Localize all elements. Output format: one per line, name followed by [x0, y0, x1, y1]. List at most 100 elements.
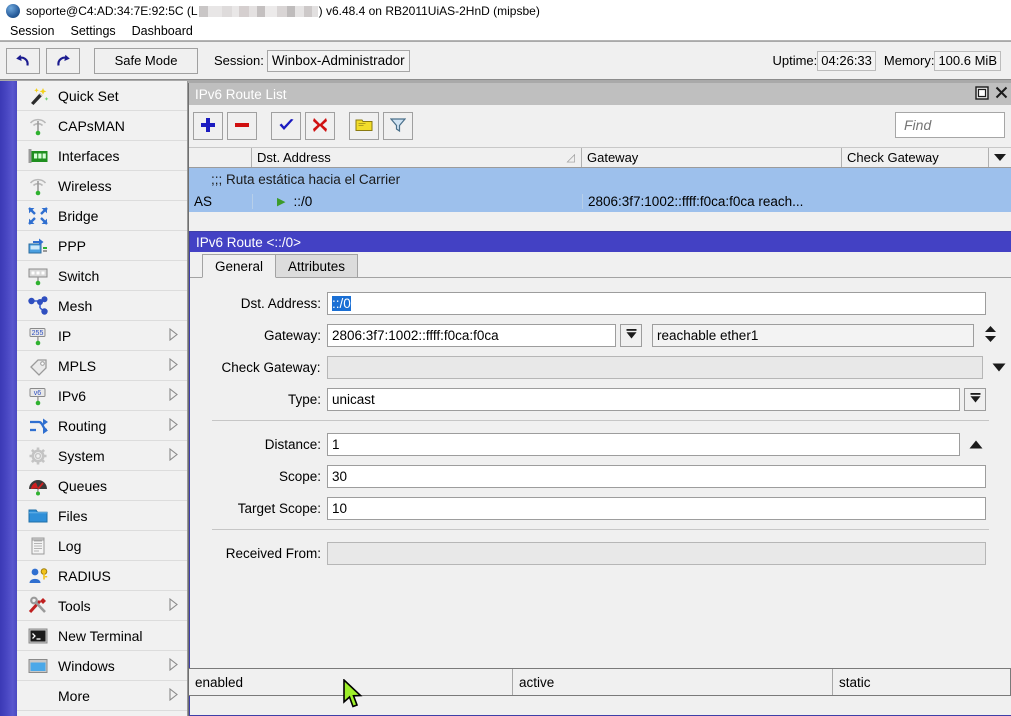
sidebar-item-wireless[interactable]: Wireless	[17, 171, 187, 201]
column-check-gateway[interactable]: Check Gateway	[842, 148, 989, 167]
enable-button[interactable]	[271, 112, 301, 140]
maximize-button[interactable]	[973, 85, 991, 103]
close-icon	[995, 86, 1008, 102]
scope-input[interactable]: 30	[327, 465, 986, 488]
sidebar-item-ipv6[interactable]: v6 IPv6	[17, 381, 187, 411]
safe-mode-button[interactable]: Safe Mode	[94, 48, 198, 74]
search-input[interactable]	[902, 116, 1004, 134]
disable-button[interactable]	[305, 112, 335, 140]
column-dst-address[interactable]: Dst. Address ◿	[252, 148, 582, 167]
type-input[interactable]: unicast	[327, 388, 960, 411]
route-list-toolbar	[189, 105, 1011, 147]
type-dropdown-button[interactable]	[964, 388, 986, 411]
sidebar-item-interfaces[interactable]: Interfaces	[17, 141, 187, 171]
sidebar-item-more[interactable]: More	[17, 681, 187, 711]
sidebar-item-windows[interactable]: Windows	[17, 651, 187, 681]
gateway-dropdown-button[interactable]	[620, 324, 642, 347]
sidebar-item-label: Wireless	[58, 178, 112, 194]
sidebar-item-bridge[interactable]: Bridge	[17, 201, 187, 231]
received-from-input	[327, 542, 986, 565]
sidebar-item-label: Interfaces	[58, 148, 119, 164]
routing-arrows-icon	[25, 415, 51, 437]
sidebar-item-label: New Terminal	[58, 628, 143, 644]
main-menubar: Session Settings Dashboard	[0, 22, 1011, 41]
field-target-scope: Target Scope: 10	[190, 497, 1011, 520]
chevron-down-icon	[969, 392, 982, 407]
memory-label: Memory:	[884, 53, 935, 68]
window-titlebar: soporte@C4:AD:34:7E:92:5C (L ) v6.48.4 o…	[0, 0, 1011, 22]
menu-session[interactable]: Session	[2, 24, 62, 38]
sidebar-item-label: More	[58, 688, 90, 704]
sidebar-item-label: System	[58, 448, 105, 464]
sidebar-item-label: Files	[58, 508, 88, 524]
mesh-nodes-icon	[25, 295, 51, 317]
session-value[interactable]: Winbox-Administrador	[267, 50, 410, 72]
sidebar-item-quick-set[interactable]: Quick Set	[17, 81, 187, 111]
gateway-input[interactable]: 2806:3f7:1002::ffff:f0ca:f0ca	[327, 324, 616, 347]
column-flags[interactable]	[189, 148, 252, 167]
sidebar-item-label: Switch	[58, 268, 99, 284]
chevron-down-icon	[992, 361, 1006, 375]
sidebar-item-ppp[interactable]: PPP	[17, 231, 187, 261]
note-icon	[355, 117, 373, 136]
sidebar-item-radius[interactable]: RADIUS	[17, 561, 187, 591]
check-gateway-dropdown-button[interactable]	[987, 356, 1011, 379]
no-icon	[25, 685, 51, 707]
dst-address-input[interactable]: ::/0	[327, 292, 986, 315]
sidebar-item-label: Windows	[58, 658, 115, 674]
check-gateway-input[interactable]	[327, 356, 984, 379]
sidebar-item-mpls[interactable]: MPLS	[17, 351, 187, 381]
sidebar-item-tools[interactable]: Tools	[17, 591, 187, 621]
table-row[interactable]: AS ▶ ::/0 2806:3f7:1002::ffff:f0ca:f0ca …	[189, 190, 1011, 212]
gateway-status-spinner[interactable]	[978, 324, 1002, 347]
sidebar-item-mesh[interactable]: Mesh	[17, 291, 187, 321]
field-check-gateway: Check Gateway:	[190, 356, 1011, 379]
route-table-header: Dst. Address ◿ Gateway Check Gateway	[189, 147, 1011, 168]
sidebar-item-label: IPv6	[58, 388, 86, 404]
field-label: Gateway:	[190, 328, 327, 343]
dialog-statusbar: enabled active static	[188, 668, 1011, 696]
mpls-tag-icon	[25, 355, 51, 377]
sidebar-item-queues[interactable]: Queues	[17, 471, 187, 501]
maximize-icon	[975, 86, 989, 103]
remove-button[interactable]	[227, 112, 257, 140]
redacted-identity-block	[199, 6, 318, 17]
menu-settings[interactable]: Settings	[62, 24, 123, 38]
table-row-comment[interactable]: ;;; Ruta estática hacia el Carrier	[189, 168, 1011, 190]
tab-general[interactable]: General	[202, 254, 276, 278]
route-table-body: ;;; Ruta estática hacia el Carrier AS ▶ …	[189, 168, 1011, 212]
field-label: Received From:	[190, 546, 327, 561]
sidebar-item-files[interactable]: Files	[17, 501, 187, 531]
field-dst-address: Dst. Address: ::/0	[190, 292, 1011, 315]
distance-stepper[interactable]	[964, 433, 988, 456]
tab-attributes[interactable]: Attributes	[275, 254, 358, 277]
sidebar-item-routing[interactable]: Routing	[17, 411, 187, 441]
add-button[interactable]	[193, 112, 223, 140]
sidebar-item-switch[interactable]: Switch	[17, 261, 187, 291]
menu-dashboard[interactable]: Dashboard	[124, 24, 201, 38]
find-box[interactable]	[895, 112, 1005, 138]
distance-input[interactable]: 1	[327, 433, 960, 456]
sidebar-item-label: Log	[58, 538, 81, 554]
window-title-suffix: ) v6.48.4 on RB2011UiAS-2HnD (mipsbe)	[319, 4, 540, 18]
sidebar-item-label: Mesh	[58, 298, 92, 314]
sidebar-item-log[interactable]: Log	[17, 531, 187, 561]
field-gateway: Gateway: 2806:3f7:1002::ffff:f0ca:f0ca r…	[190, 324, 1011, 347]
sidebar-item-system[interactable]: System	[17, 441, 187, 471]
close-button[interactable]	[992, 85, 1010, 103]
comment-button[interactable]	[349, 112, 379, 140]
window-title-prefix: soporte@C4:AD:34:7E:92:5C (L	[26, 4, 198, 18]
sidebar-item-ip[interactable]: 255 IP	[17, 321, 187, 351]
undo-button[interactable]	[6, 48, 40, 74]
route-comment: ;;; Ruta estática hacia el Carrier	[211, 172, 400, 187]
filter-button[interactable]	[383, 112, 413, 140]
gateway-status-value: reachable ether1	[652, 324, 974, 347]
cell-flags: AS	[189, 194, 252, 209]
column-chooser-button[interactable]	[989, 148, 1011, 167]
sidebar-item-capsman[interactable]: CAPsMAN	[17, 111, 187, 141]
target-scope-input[interactable]: 10	[327, 497, 986, 520]
redo-button[interactable]	[46, 48, 80, 74]
sidebar-item-new-terminal[interactable]: New Terminal	[17, 621, 187, 651]
column-gateway[interactable]: Gateway	[582, 148, 842, 167]
sidebar-item-label: Queues	[58, 478, 107, 494]
